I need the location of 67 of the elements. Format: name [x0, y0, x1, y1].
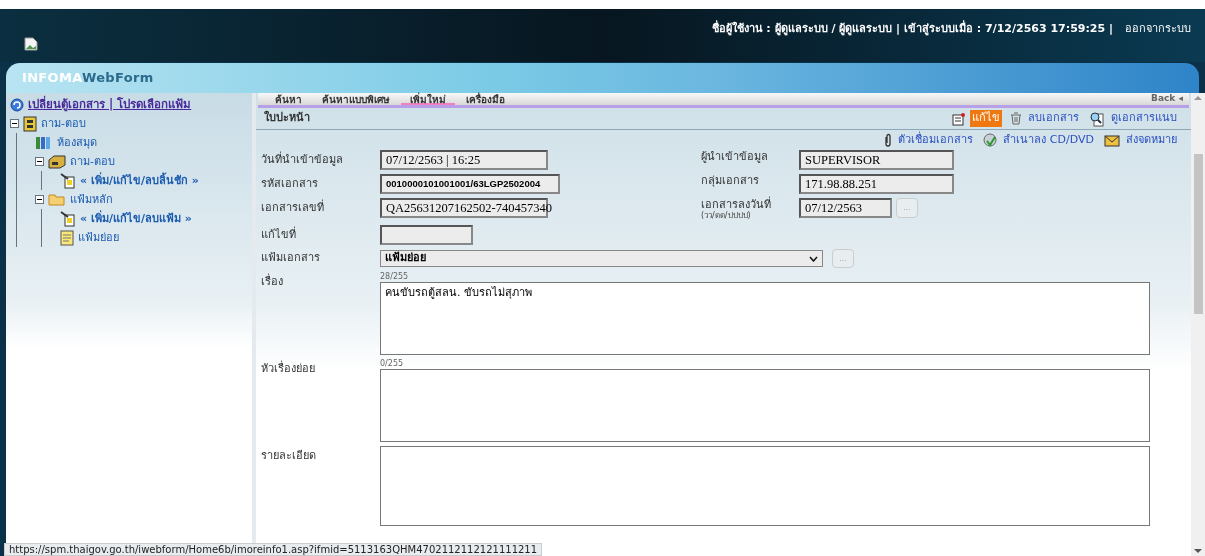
- text-area[interactable]: [380, 369, 1150, 442]
- status-url: https://spm.thaigov.go.th/iwebform/Home6b/imoreinfo1.asp?ifmid=5113163QHM4702112112121111211: [4, 543, 543, 556]
- logo: INFOMAWebForm: [22, 69, 154, 88]
- action-link[interactable]: ตัวเชื่อมเอกสาร: [896, 131, 976, 149]
- cabinet-icon: [23, 115, 37, 132]
- character-counter: 28/255: [380, 272, 410, 282]
- document-tools-icon: [60, 210, 76, 227]
- action-link[interactable]: ส่งจดหมาย: [1124, 131, 1179, 149]
- tree-item[interactable]: แฟ้มหลัก: [70, 191, 113, 208]
- trash-icon: [1010, 112, 1022, 125]
- action-link[interactable]: ดูเอกสารแนบ: [1109, 110, 1179, 127]
- switch-cabinet-link[interactable]: เปลี่ยนตู้เอกสาร | โปรดเลือกแฟ้ม: [28, 96, 192, 114]
- menu-tab[interactable]: เพิ่มใหม่: [401, 93, 455, 105]
- collapse-toggle[interactable]: [35, 157, 44, 167]
- tree-item[interactable]: ห้องสมุด: [57, 134, 97, 151]
- text-field[interactable]: SUPERVISOR: [799, 150, 954, 170]
- text-field[interactable]: 07/12/2563: [799, 198, 892, 218]
- document-tools-icon: [60, 172, 76, 189]
- field-label: เรื่อง: [261, 272, 284, 290]
- text-area[interactable]: คนขับรถตู้สลน. ขับรถไม่สุภาพ: [380, 282, 1150, 355]
- chevron-down-icon: [809, 255, 818, 262]
- field-label: เอกสารเลขที่: [261, 198, 325, 216]
- field-label: แก้ไขที่: [261, 225, 297, 243]
- text-field[interactable]: 171.98.88.251: [799, 174, 954, 194]
- disc-icon: [983, 133, 998, 147]
- user-info: ชื่อผู้ใช้งาน : ผู้ดูแลระบบ / ผู้ดูแลระบบ | เข้าสู่ระบบเมื่อ : 7/12/2563 17:59:25 |: [711, 21, 1113, 38]
- menu-tab[interactable]: ค้นหาแบบพิเศษ: [313, 93, 399, 105]
- text-field[interactable]: 07/12/2563 | 16:25: [380, 150, 548, 170]
- field-label: แฟ้มเอกสาร: [261, 250, 321, 267]
- text-area[interactable]: [380, 446, 1150, 526]
- logout-link[interactable]: ออกจากระบบ: [1125, 21, 1191, 38]
- action-link[interactable]: ลบเอกสาร: [1026, 110, 1081, 127]
- envelope-icon: [1104, 133, 1120, 147]
- field-label: รายละเอียด: [261, 448, 317, 464]
- paperclip-icon: [884, 133, 893, 147]
- field-label: ผู้นำเข้าข้อมูล: [701, 151, 769, 162]
- collapse-toggle[interactable]: [10, 119, 19, 129]
- character-counter: 0/255: [380, 359, 405, 369]
- folder-select[interactable]: แฟ้มย่อย: [380, 250, 823, 267]
- tree-item[interactable]: แฟ้มย่อย: [78, 229, 119, 246]
- scrollbar-thumb[interactable]: [1193, 154, 1203, 314]
- file-icon: [60, 229, 74, 246]
- panel-title: ใบปะหน้า: [264, 110, 310, 127]
- tree-item[interactable]: ถาม-ตอบ: [41, 115, 86, 132]
- tree-item[interactable]: ถาม-ตอบ: [70, 153, 115, 170]
- folder-icon: [48, 193, 66, 207]
- field-label: รหัสเอกสาร: [261, 176, 319, 192]
- field-label: กลุ่มเอกสาร: [701, 175, 760, 186]
- menu-tab[interactable]: เครื่องมือ: [457, 93, 514, 105]
- collapse-toggle[interactable]: [35, 195, 44, 205]
- action-link[interactable]: สำเนาลง CD/DVD: [1001, 131, 1096, 149]
- tree-item[interactable]: « เพิ่ม/แก้ไข/ลบลิ้นชัก »: [80, 172, 199, 189]
- menu-tab[interactable]: ค้นหา: [266, 93, 311, 105]
- back-link[interactable]: Back ◂: [1151, 92, 1189, 106]
- edit-document-icon: [952, 111, 966, 126]
- magnifier-document-icon: [1089, 110, 1105, 127]
- text-field[interactable]: 0010000101001001/63LGP2502004: [380, 174, 560, 194]
- drawer-icon: [48, 154, 66, 169]
- tree-item[interactable]: « เพิ่ม/แก้ไข/ลบแฟ้ม »: [80, 210, 192, 227]
- date-format-hint: (วว/ดด/ปปปป): [701, 210, 752, 221]
- field-label: วันที่นำเข้าข้อมูล: [261, 150, 344, 168]
- field-label: หัวเรื่องย่อย: [261, 359, 316, 377]
- text-field[interactable]: [380, 225, 473, 245]
- refresh-icon: [10, 97, 24, 112]
- books-icon: [35, 135, 53, 150]
- scroll-down-icon[interactable]: [1194, 548, 1202, 554]
- broken-image-icon: [24, 36, 38, 51]
